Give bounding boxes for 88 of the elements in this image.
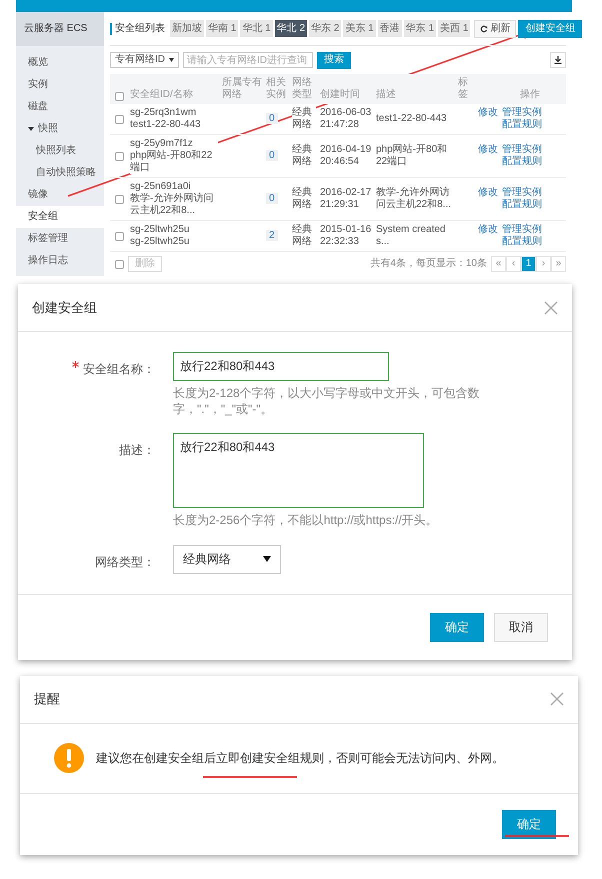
group-id: sg-25y9m7f1z (130, 138, 218, 150)
caret-icon (263, 556, 271, 562)
page-title: 安全组列表 (110, 22, 165, 34)
checkbox[interactable] (114, 232, 124, 240)
sidebar-item[interactable]: 实例 (16, 74, 104, 96)
sidebar-item[interactable]: 镜像 (16, 184, 104, 206)
region-tab[interactable]: 美西 1 (438, 20, 470, 37)
cancel-button[interactable]: 取消 (494, 612, 548, 642)
sidebar-item[interactable]: 快照 (16, 118, 104, 140)
action-link[interactable]: 修改 (478, 224, 498, 236)
region-tab[interactable]: 华北 1 (240, 20, 273, 37)
page-button[interactable]: ‹ (506, 256, 521, 272)
field-label: 网络类型： (95, 554, 155, 571)
instance-count: 0 (266, 150, 278, 161)
sidebar-item[interactable]: 标签管理 (16, 228, 104, 250)
warning-icon (54, 743, 84, 774)
sidebar-item[interactable]: 自动快照策略 (16, 162, 104, 184)
description-field[interactable]: 放行22和80和443 (173, 433, 424, 508)
confirm-button[interactable]: 确定 (502, 810, 556, 839)
caret-icon (28, 126, 34, 132)
download-button[interactable] (550, 52, 566, 68)
annotation-underline (504, 834, 570, 838)
column-header: 所属专有网络 (222, 77, 262, 100)
region-tab[interactable]: 香港 (378, 20, 402, 37)
checkbox[interactable] (114, 260, 124, 268)
network-type-select[interactable]: 经典网络 (173, 544, 281, 574)
page-button[interactable]: › (536, 256, 551, 272)
action-link[interactable]: 配置规则 (502, 156, 542, 168)
action-link[interactable]: 管理实例 (502, 187, 542, 199)
page-button[interactable]: « (491, 256, 506, 272)
page-button[interactable]: » (551, 256, 566, 272)
field-hint: 长度为2-128个字符，以大小写字母或中文开头，可包含数字，"."，"_"或"-"。 (173, 385, 481, 418)
action-link[interactable]: 修改 (478, 107, 498, 119)
refresh-button[interactable]: 刷新 (474, 20, 516, 38)
column-header: 描述 (376, 89, 396, 100)
field-hint: 长度为2-256个字符，不能以http://或https://开头。 (173, 512, 439, 529)
sidebar-item[interactable]: 操作日志 (16, 250, 104, 272)
download-icon (554, 56, 562, 64)
search-button[interactable]: 搜索 (317, 52, 351, 68)
page-button[interactable]: 1 (521, 256, 536, 272)
dialog-title: 创建安全组 (32, 298, 97, 317)
action-link[interactable]: 管理实例 (502, 144, 542, 156)
confirm-button[interactable]: 确定 (430, 612, 484, 642)
action-link[interactable]: 配置规则 (502, 199, 542, 211)
search-field[interactable]: 请输入专有网络ID进行查询 (183, 52, 313, 68)
action-link[interactable]: 修改 (478, 187, 498, 199)
action-link[interactable]: 管理实例 (502, 224, 542, 236)
region-tab[interactable]: 美东 1 (343, 20, 376, 37)
instance-count: 2 (266, 230, 278, 241)
sidebar-title: 云服务器 ECS (16, 12, 104, 46)
name-field[interactable]: 放行22和80和443 (173, 352, 389, 381)
checkbox[interactable] (114, 92, 124, 101)
field-label: 安全组名称： (83, 361, 155, 378)
column-header: 标签 (458, 77, 468, 100)
create-button[interactable]: 创建安全组 (518, 20, 582, 38)
refresh-icon (480, 24, 488, 32)
pagination-summary: 共有4条，每页显示：10条 (370, 258, 487, 270)
region-tab[interactable]: 华南 1 (206, 20, 238, 37)
column-header: 创建时间 (320, 89, 360, 100)
sidebar-item[interactable]: 磁盘 (16, 96, 104, 118)
region-tab[interactable]: 华北 2 (274, 20, 308, 37)
action-link[interactable]: 配置规则 (502, 236, 542, 248)
column-header: 安全组ID/名称 (130, 89, 193, 100)
instance-count: 0 (266, 193, 278, 204)
action-link[interactable]: 修改 (478, 144, 498, 156)
column-header: 网络类型 (292, 77, 312, 100)
action-link[interactable]: 配置规则 (502, 119, 542, 131)
action-link[interactable]: 管理实例 (502, 107, 542, 119)
column-header: 相关实例 (266, 77, 286, 100)
instance-count: 0 (266, 113, 278, 124)
caret-icon (169, 58, 174, 62)
alert-message: 建议您在创建安全组后立即创建安全组规则，否则可能会无法访问内、外网。 (96, 750, 504, 768)
close-icon[interactable] (544, 300, 558, 314)
sidebar-item[interactable]: 快照列表 (16, 140, 104, 162)
close-icon[interactable] (550, 692, 564, 706)
table-cell: 经典网络 (292, 107, 316, 131)
dialog-title: 提醒 (34, 690, 60, 708)
filter-select[interactable]: 专有网络ID (110, 52, 179, 68)
sidebar-item[interactable]: 概览 (16, 52, 104, 74)
region-tab[interactable]: 新加坡 (170, 20, 204, 37)
region-tab[interactable]: 华东 1 (404, 20, 436, 37)
checkbox[interactable] (114, 152, 124, 160)
field-label: 描述： (119, 442, 155, 460)
region-tab[interactable]: 华东 2 (309, 20, 342, 37)
checkbox[interactable] (114, 194, 124, 204)
column-header: 操作 (520, 89, 540, 100)
checkbox[interactable] (114, 114, 124, 124)
sidebar-item[interactable]: 安全组 (16, 206, 104, 228)
